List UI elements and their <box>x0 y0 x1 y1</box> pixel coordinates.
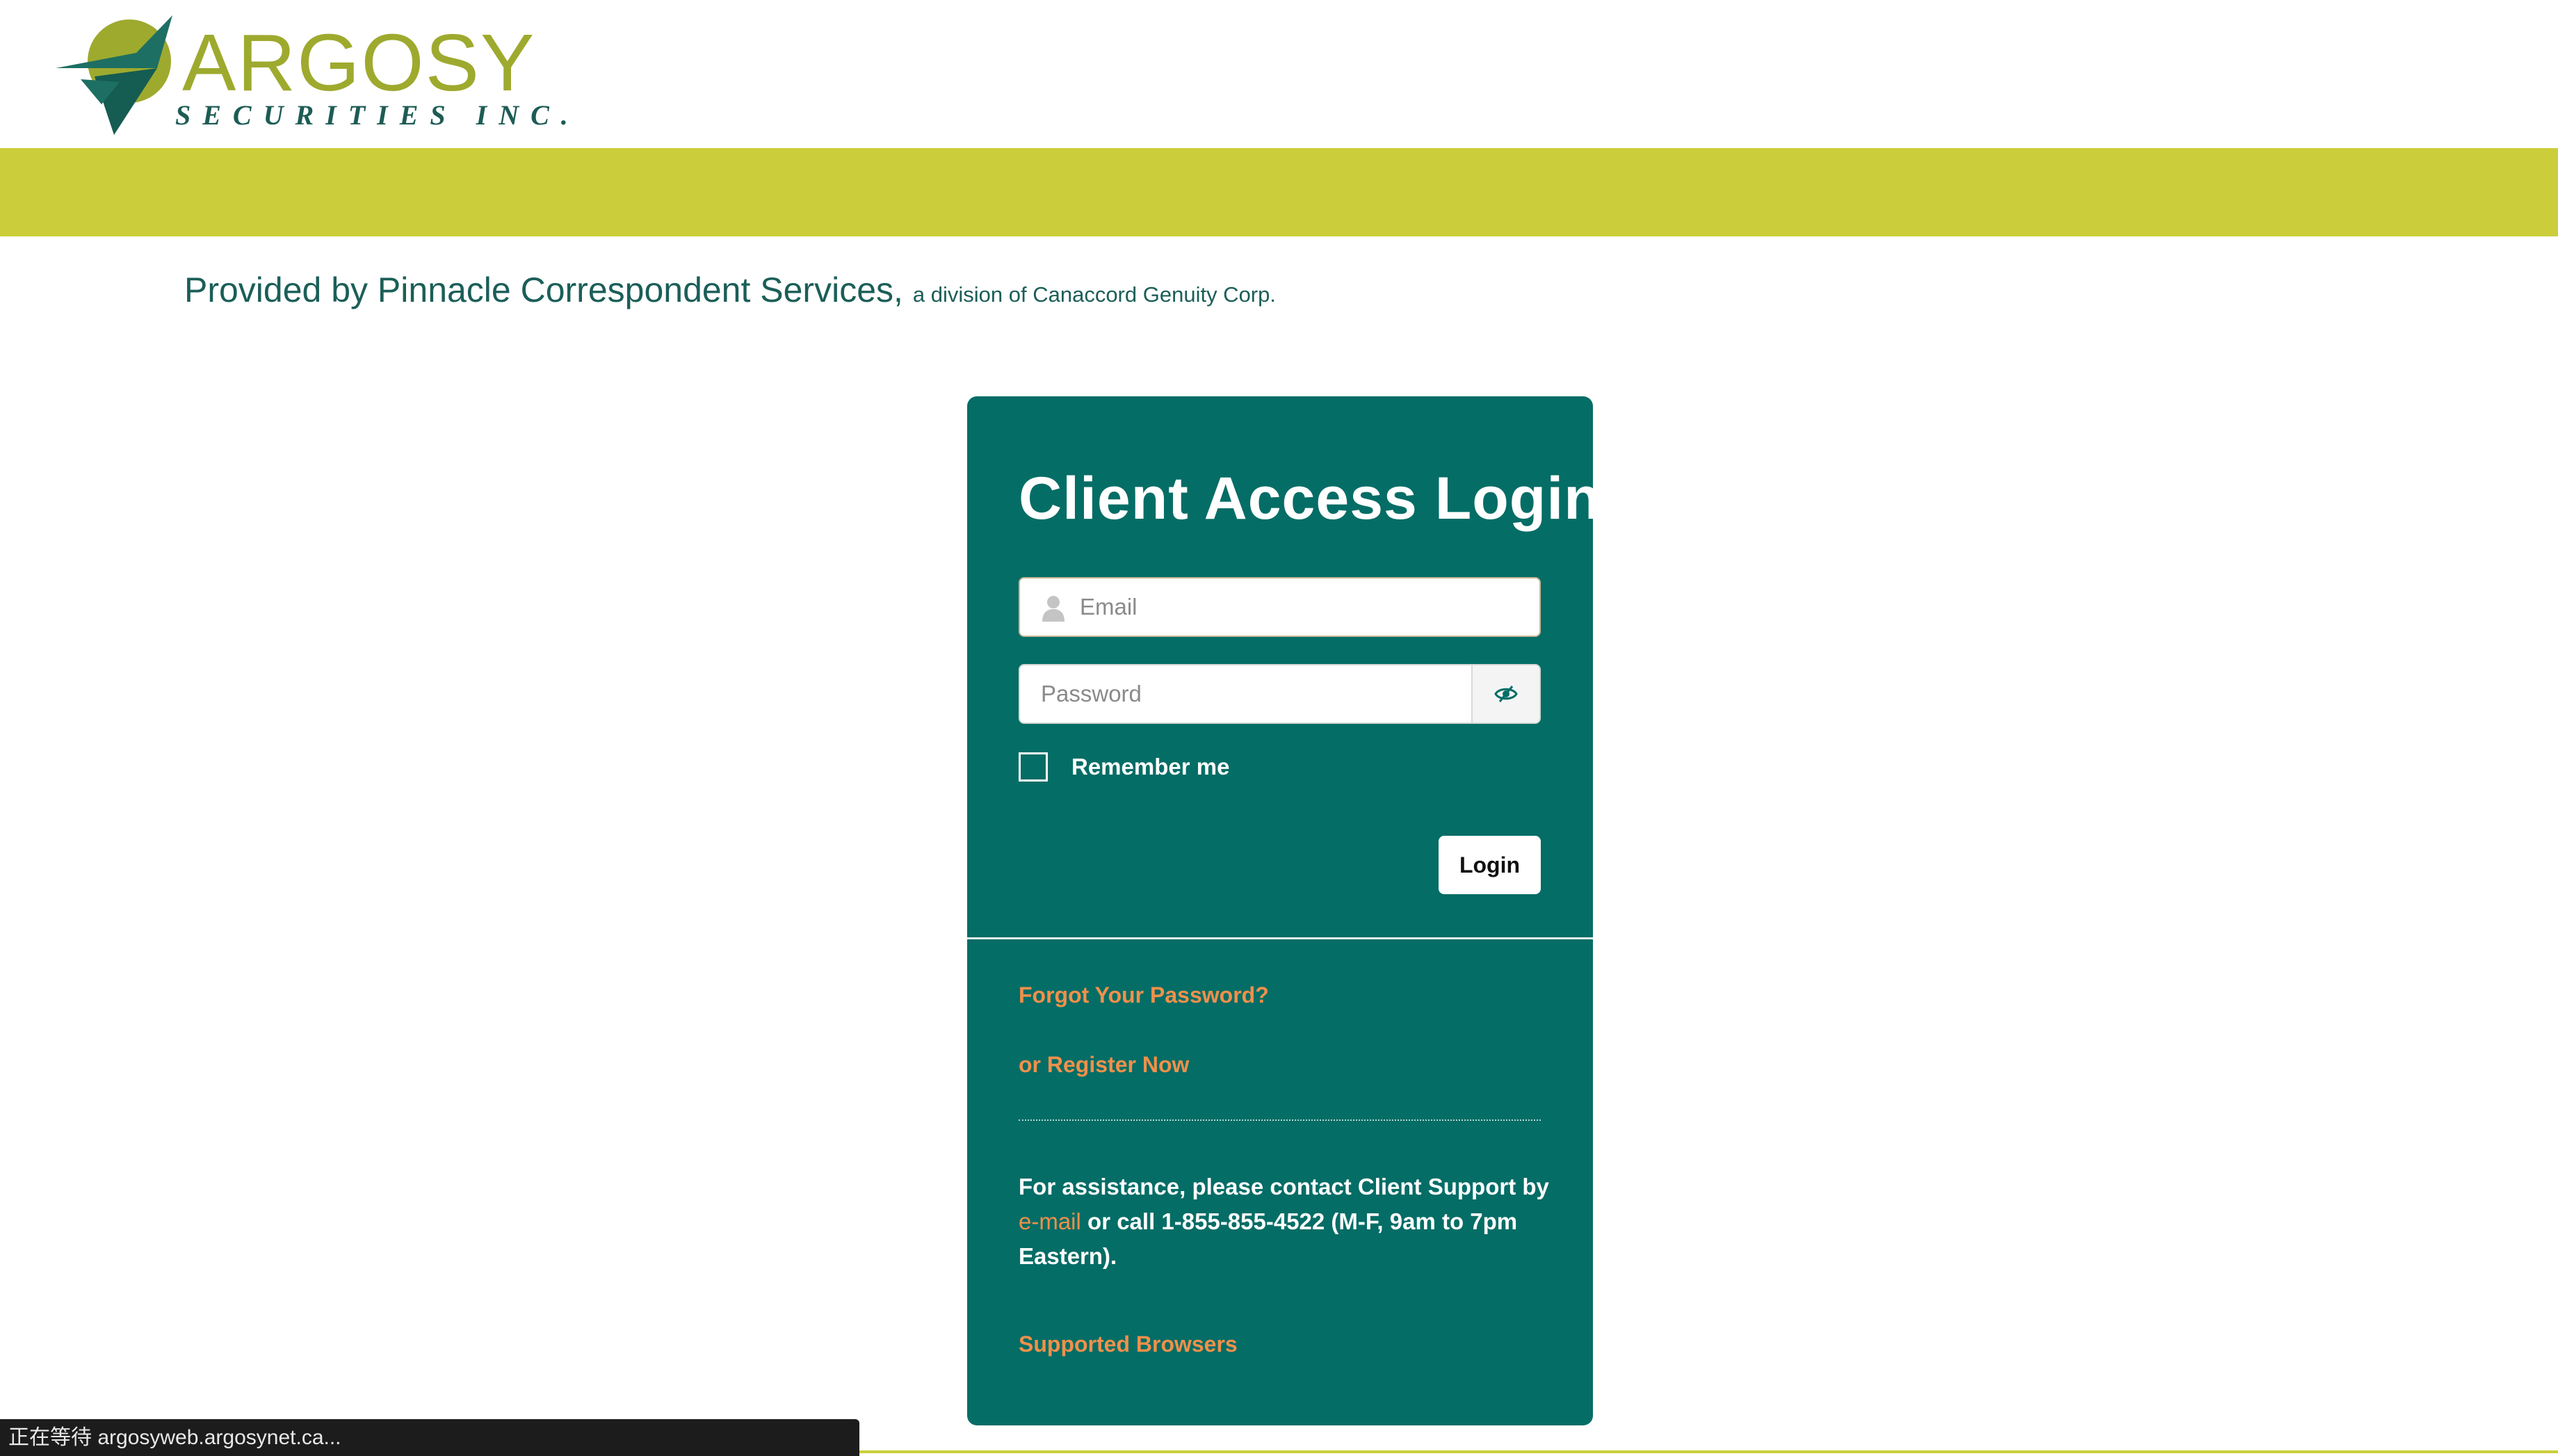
assistance-text-1: For assistance, please contact Client Su… <box>1019 1174 1549 1199</box>
site-header: ARGOSY SECURITIES INC. <box>0 0 2558 147</box>
argosy-logo[interactable]: ARGOSY SECURITIES INC. <box>53 13 568 138</box>
password-input[interactable] <box>1041 665 1458 722</box>
provided-by: Provided by Pinnacle Correspondent Servi… <box>184 270 1276 310</box>
card-divider <box>967 937 1593 939</box>
login-button[interactable]: Login <box>1439 836 1541 894</box>
assistance-text-2: or call 1-855-855-4522 (M-F, 9am to 7pm … <box>1019 1208 1518 1269</box>
show-password-button[interactable] <box>1471 665 1539 722</box>
email-input[interactable] <box>1080 579 1525 636</box>
support-email-link[interactable]: e-mail <box>1019 1208 1081 1234</box>
login-card: Client Access Login Remember me Login Fo… <box>967 396 1601 1425</box>
accent-band <box>0 148 2558 236</box>
forgot-password-link[interactable]: Forgot Your Password? <box>1019 982 1269 1008</box>
logo-wordmark: ARGOSY <box>182 17 536 108</box>
browser-status-bar: 正在等待 argosyweb.argosynet.ca... <box>0 1419 859 1456</box>
logo-subtitle: SECURITIES INC. <box>175 99 580 131</box>
remember-me[interactable]: Remember me <box>1019 751 1229 783</box>
footer-accent-line <box>859 1450 2558 1453</box>
supported-browsers-link[interactable]: Supported Browsers <box>1019 1332 1238 1357</box>
provided-by-division: a division of Canaccord Genuity Corp. <box>912 282 1276 307</box>
email-field[interactable] <box>1019 577 1541 637</box>
dotted-divider <box>1019 1119 1541 1121</box>
provided-by-main: Provided by Pinnacle Correspondent Servi… <box>184 270 903 309</box>
user-icon <box>1042 596 1065 622</box>
assistance-text: For assistance, please contact Client Su… <box>1019 1170 1561 1274</box>
remember-me-checkbox[interactable] <box>1019 752 1048 782</box>
password-field[interactable] <box>1019 664 1541 724</box>
bird-arrow-logo-icon <box>56 15 172 135</box>
remember-me-label[interactable]: Remember me <box>1071 754 1229 780</box>
login-title: Client Access Login <box>1019 465 1601 532</box>
register-link[interactable]: or Register Now <box>1019 1052 1189 1078</box>
eye-slash-icon <box>1494 686 1518 702</box>
